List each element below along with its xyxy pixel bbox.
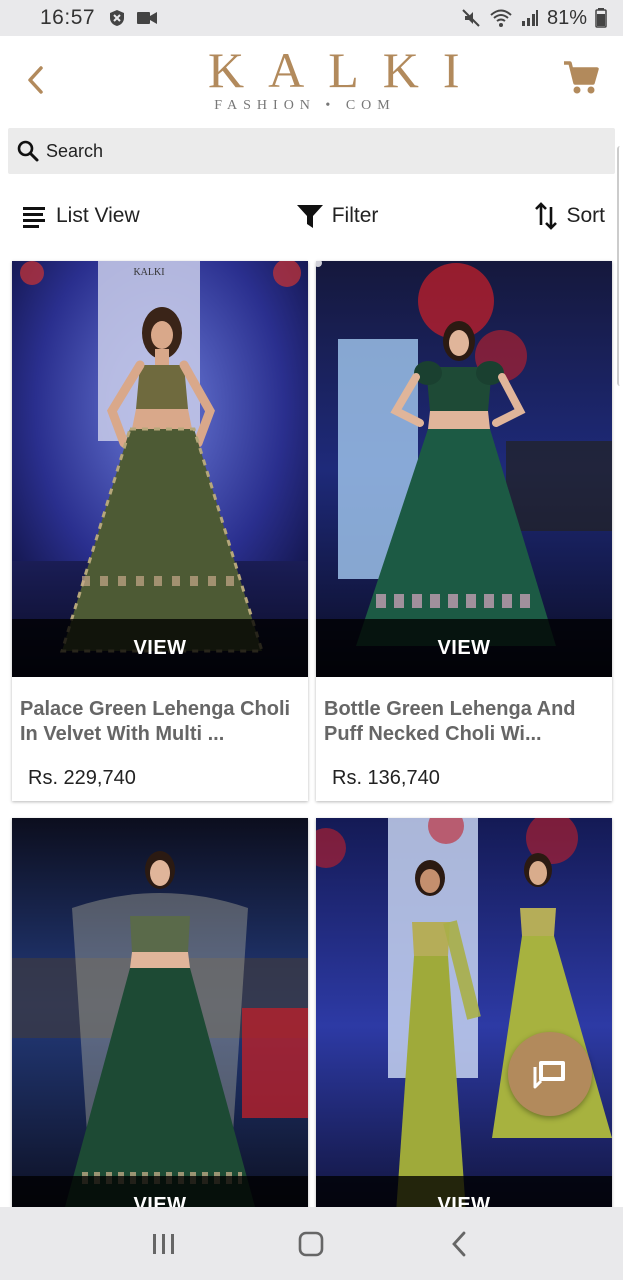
sort-button[interactable]: Sort [534, 201, 605, 231]
search-bar[interactable]: Search [8, 128, 615, 174]
app-header: KALKI FASHION • COM [0, 36, 623, 126]
mute-icon [462, 9, 480, 27]
status-left-icons [109, 9, 158, 27]
home-button[interactable] [281, 1219, 341, 1269]
product-price: Rs. 136,740 [332, 767, 440, 789]
runway-photo [316, 261, 612, 677]
view-button[interactable]: VIEW [316, 619, 612, 677]
battery-icon [595, 8, 607, 28]
shield-icon [110, 10, 125, 26]
product-card[interactable]: VIEW Bottle Green Lehenga And Puff Necke… [316, 261, 612, 801]
chevron-left-icon [452, 1231, 466, 1256]
search-icon [17, 140, 39, 162]
product-image[interactable]: VIEW [12, 818, 308, 1234]
list-view-button[interactable]: List View [22, 204, 140, 228]
signal-icon [521, 10, 538, 26]
runway-photo [316, 818, 612, 1234]
product-title[interactable]: Bottle Green Lehenga And Puff Necked Cho… [324, 697, 604, 747]
chevron-left-icon [28, 66, 43, 94]
logo-main-text: KALKI [208, 42, 484, 98]
sort-label: Sort [566, 204, 605, 227]
back-button[interactable] [20, 62, 50, 98]
product-info: Palace Green Lehenga Choli In Velvet Wit… [12, 677, 308, 801]
battery-percent: 81% [546, 6, 587, 29]
view-button[interactable]: VIEW [12, 619, 308, 677]
runway-photo [12, 818, 308, 1234]
product-title[interactable]: Palace Green Lehenga Choli In Velvet Wit… [20, 697, 300, 747]
cart-icon [564, 61, 599, 94]
scroll-indicator [617, 146, 623, 386]
list-icon [23, 207, 45, 228]
wifi-icon [490, 9, 512, 27]
product-info: Bottle Green Lehenga And Puff Necked Cho… [316, 677, 612, 801]
home-icon [299, 1231, 324, 1256]
runway-photo: KALKI [12, 261, 308, 677]
cart-button[interactable] [558, 58, 604, 98]
listing-toolbar: List View Filter Sort [0, 188, 623, 244]
brand-logo[interactable]: KALKI FASHION • COM [190, 42, 484, 120]
list-view-label: List View [56, 204, 140, 227]
product-image[interactable]: KALKI VIEW [12, 261, 308, 677]
system-nav-bar [0, 1207, 623, 1280]
status-right-icons: 81% [461, 7, 607, 30]
search-placeholder: Search [46, 140, 104, 161]
status-time: 16:57 [40, 6, 96, 29]
recent-apps-icon [152, 1233, 174, 1254]
back-nav-button[interactable] [429, 1219, 489, 1269]
product-price: Rs. 229,740 [28, 767, 136, 789]
product-card[interactable]: VIEW [12, 818, 308, 1234]
product-image[interactable]: VIEW [316, 261, 612, 677]
product-image[interactable]: VIEW [316, 818, 612, 1234]
chat-icon [533, 1061, 565, 1089]
video-camera-icon [137, 12, 158, 24]
filter-button[interactable]: Filter [296, 203, 379, 229]
recent-apps-button[interactable] [134, 1219, 194, 1269]
logo-sub-text: FASHION • COM [214, 98, 396, 113]
filter-icon [296, 205, 323, 228]
product-card[interactable]: VIEW [316, 818, 612, 1234]
sort-icon [535, 202, 558, 230]
backdrop-text: KALKI [133, 267, 164, 278]
chat-button[interactable] [508, 1032, 592, 1116]
product-card[interactable]: KALKI VIEW Palace Green Lehenga Choli In… [12, 261, 308, 801]
filter-label: Filter [331, 204, 379, 227]
status-bar: 16:57 81% [0, 0, 623, 36]
